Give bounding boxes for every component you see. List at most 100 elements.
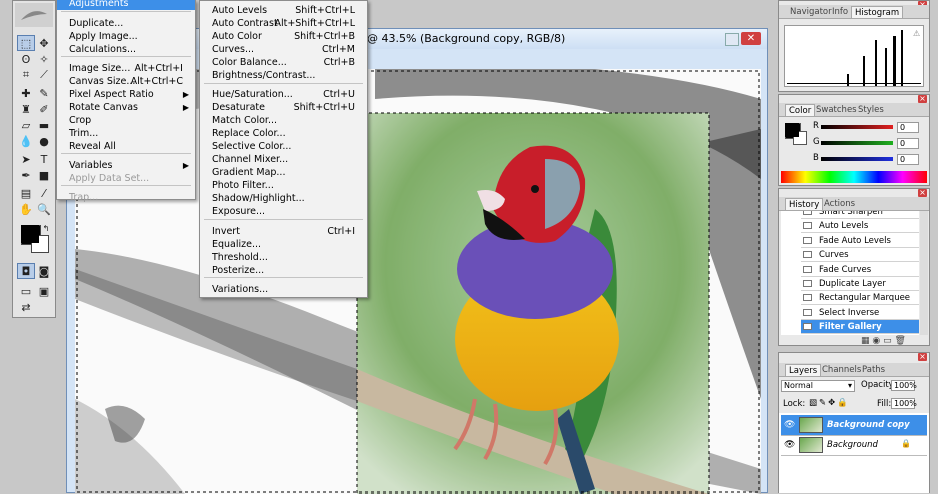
menu-item[interactable]: Calculations... — [57, 43, 195, 56]
screen-mode-standard-icon[interactable]: ▭ — [17, 283, 35, 299]
submenu-item[interactable]: Auto Color Shift+Ctrl+B — [200, 30, 367, 43]
layer-row-background-copy[interactable]: 👁 Background copy — [781, 415, 927, 436]
channel-slider[interactable] — [821, 141, 893, 145]
eye-icon[interactable]: 👁 — [784, 440, 795, 450]
submenu-item[interactable]: Hue/Saturation... Ctrl+U — [200, 88, 367, 101]
menu-item[interactable]: Canvas Size... Alt+Ctrl+C — [57, 75, 195, 88]
channel-value-field[interactable]: 0 — [897, 154, 919, 165]
menu-item[interactable]: Trim... — [57, 127, 195, 140]
pen-tool-icon[interactable]: ✒ — [17, 167, 35, 183]
menu-item[interactable]: Crop — [57, 114, 195, 127]
magic-wand-icon[interactable]: ✧ — [35, 51, 53, 67]
submenu-item[interactable]: Exposure... — [200, 205, 367, 218]
crop-tool-icon[interactable]: ⌗ — [17, 67, 35, 83]
menu-item[interactable]: Variables ▶ — [57, 159, 195, 172]
submenu-item[interactable]: Curves... Ctrl+M — [200, 43, 367, 56]
lasso-tool-icon[interactable]: ʘ — [17, 51, 35, 67]
submenu-item[interactable]: Color Balance... Ctrl+B — [200, 56, 367, 69]
healing-brush-icon[interactable]: ✚ — [17, 85, 35, 101]
notes-tool-icon[interactable]: ▤ — [17, 185, 35, 201]
submenu-item[interactable]: Auto Levels Shift+Ctrl+L — [200, 4, 367, 17]
menu-item[interactable]: Rotate Canvas ▶ — [57, 101, 195, 114]
submenu-item[interactable]: Desaturate Shift+Ctrl+U — [200, 101, 367, 114]
eraser-tool-icon[interactable]: ▱ — [17, 117, 35, 133]
submenu-item[interactable]: Auto Contrast Alt+Shift+Ctrl+L — [200, 17, 367, 30]
tab-navigator[interactable]: Navigator — [787, 6, 835, 18]
opacity-field[interactable]: 100% — [891, 380, 917, 391]
submenu-item[interactable]: Variations... — [200, 283, 367, 296]
quick-mask-icon[interactable]: ◙ — [35, 263, 53, 279]
brush-tool-icon[interactable]: ✎ — [35, 85, 53, 101]
history-item[interactable]: Smart Sharpen — [801, 211, 919, 219]
history-item[interactable]: Filter Gallery — [801, 320, 919, 335]
hand-tool-icon[interactable]: ✋ — [17, 201, 35, 217]
channel-slider[interactable] — [821, 157, 893, 161]
menu-item[interactable]: Duplicate... — [57, 17, 195, 30]
history-item[interactable]: Curves — [801, 248, 919, 263]
submenu-item[interactable]: Shadow/Highlight... — [200, 192, 367, 205]
color-ramp[interactable] — [781, 171, 927, 183]
menu-item[interactable]: Reveal All — [57, 140, 195, 153]
blur-tool-icon[interactable]: 💧 — [17, 133, 35, 149]
history-item[interactable]: Select Inverse — [801, 306, 919, 320]
tab-layers[interactable]: Layers — [785, 364, 822, 376]
history-item[interactable]: Fade Auto Levels — [801, 234, 919, 248]
path-selection-icon[interactable]: ➤ — [17, 151, 35, 167]
jump-to-imageready-icon[interactable]: ⇄ — [17, 299, 35, 315]
minimize-icon[interactable] — [725, 33, 739, 46]
shape-tool-icon[interactable]: ■ — [35, 167, 53, 183]
tab-styles[interactable]: Styles — [855, 104, 887, 116]
submenu-item[interactable]: Brightness/Contrast... — [200, 69, 367, 82]
clone-stamp-icon[interactable]: ♜ — [17, 101, 35, 117]
menu-item[interactable]: Image Size... Alt+Ctrl+I — [57, 62, 195, 75]
tab-swatches[interactable]: Swatches — [813, 104, 860, 116]
standard-mode-icon[interactable]: ◘ — [17, 263, 35, 279]
eyedropper-icon[interactable]: ⁄ — [35, 185, 53, 201]
submenu-item[interactable]: Invert Ctrl+I — [200, 225, 367, 238]
channel-slider[interactable] — [821, 125, 893, 129]
history-item[interactable]: Duplicate Layer — [801, 277, 919, 291]
submenu-item[interactable]: Gradient Map... — [200, 166, 367, 179]
tab-color[interactable]: Color — [785, 104, 816, 116]
screen-mode-full-icon[interactable]: ▣ — [35, 283, 53, 299]
tab-history[interactable]: History — [785, 198, 824, 210]
submenu-item[interactable]: Threshold... — [200, 251, 367, 264]
lock-icons[interactable]: ▧✎✥🔒 — [809, 398, 850, 408]
channel-value-field[interactable]: 0 — [897, 138, 919, 149]
tab-channels[interactable]: Channels — [819, 364, 864, 376]
marquee-tool-icon[interactable]: ⬚ — [17, 35, 35, 51]
submenu-item[interactable]: Posterize... — [200, 264, 367, 277]
history-item[interactable]: Fade Curves — [801, 263, 919, 277]
panel-close-icon[interactable]: × — [918, 95, 927, 103]
submenu-item[interactable]: Equalize... — [200, 238, 367, 251]
submenu-item[interactable]: Match Color... — [200, 114, 367, 127]
submenu-item[interactable]: Photo Filter... — [200, 179, 367, 192]
tab-paths[interactable]: Paths — [859, 364, 888, 376]
layer-row-background[interactable]: 👁 Background 🔒 — [781, 435, 927, 456]
close-icon[interactable]: ✕ — [741, 32, 761, 45]
panel-close-icon[interactable]: × — [918, 189, 927, 197]
submenu-item[interactable]: Replace Color... — [200, 127, 367, 140]
submenu-item[interactable]: Selective Color... — [200, 140, 367, 153]
move-tool-icon[interactable]: ✥ — [35, 35, 53, 51]
tab-actions[interactable]: Actions — [821, 198, 858, 210]
type-tool-icon[interactable]: T — [35, 151, 53, 167]
swap-colors-icon[interactable]: ↰ — [41, 223, 51, 233]
history-item[interactable]: Rectangular Marquee — [801, 291, 919, 306]
blend-mode-select[interactable]: Normal ▾ — [781, 380, 855, 392]
channel-value-field[interactable]: 0 — [897, 122, 919, 133]
slice-tool-icon[interactable]: ⟋ — [35, 67, 53, 83]
panel-close-icon[interactable]: × — [918, 353, 927, 361]
menu-item-adjustments[interactable]: Adjustments — [57, 0, 195, 10]
menu-item[interactable]: Pixel Aspect Ratio ▶ — [57, 88, 195, 101]
history-scrollbar[interactable] — [920, 211, 928, 335]
tab-info[interactable]: Info — [829, 6, 851, 18]
gradient-tool-icon[interactable]: ▬ — [35, 117, 53, 133]
menu-item[interactable]: Apply Image... — [57, 30, 195, 43]
fill-field[interactable]: 100% — [891, 398, 917, 409]
history-item[interactable]: Auto Levels — [801, 219, 919, 234]
eye-icon[interactable]: 👁 — [784, 420, 795, 430]
tab-histogram[interactable]: Histogram — [851, 6, 904, 18]
zoom-tool-icon[interactable]: 🔍 — [35, 201, 53, 217]
submenu-item[interactable]: Channel Mixer... — [200, 153, 367, 166]
